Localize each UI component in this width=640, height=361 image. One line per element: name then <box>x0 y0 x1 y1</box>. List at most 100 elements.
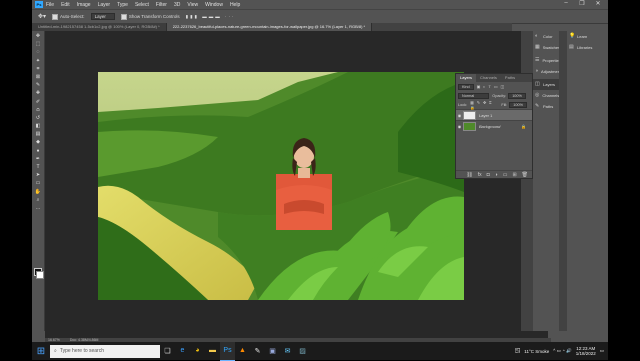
tab-document-2[interactable]: 222-2237626_beautiful-places-nature-gree… <box>166 23 373 31</box>
mask-icon[interactable]: ◘ <box>487 172 490 178</box>
layers-panel: Layers Channels Paths Kind ▣ ◐ T ▭ ◫ Nor… <box>455 73 533 179</box>
panel-properties[interactable]: ☰ Properties <box>533 55 561 66</box>
layer-row-background[interactable]: ◉ Background 🔒 <box>456 120 532 131</box>
chrome-icon[interactable]: ◕ <box>190 342 205 360</box>
letterbox-right <box>608 0 640 342</box>
panel-label: Libraries <box>577 45 593 50</box>
mail-icon[interactable]: ✉ <box>280 342 295 360</box>
panel-color[interactable]: ◐ Color <box>533 31 559 42</box>
move-icon[interactable]: ✥ <box>35 33 42 39</box>
menu-view[interactable]: View <box>187 2 198 8</box>
panel-channels[interactable]: ◎ Channels <box>533 90 559 101</box>
eyedropper-icon[interactable]: ✎ <box>35 82 42 88</box>
menu-window[interactable]: Window <box>205 2 223 8</box>
photoshop-icon[interactable]: Ps <box>220 341 235 361</box>
task-view-icon[interactable]: ❏ <box>160 342 175 360</box>
panel-layers[interactable]: ◫ Layers <box>533 79 559 90</box>
clock[interactable]: 12:23 AM 1/18/2022 <box>576 346 596 356</box>
panel-label: Channels <box>542 93 560 98</box>
blur-icon[interactable]: ◆ <box>35 139 42 145</box>
menu-edit[interactable]: Edit <box>61 2 70 8</box>
gradient-icon[interactable]: ▤ <box>35 131 42 137</box>
panel-swatches[interactable]: ▦ Swatches <box>533 42 560 53</box>
taskbar-search[interactable]: ⌕ Type here to search <box>50 344 160 358</box>
menu-help[interactable]: Help <box>230 2 240 8</box>
layers-footer: ⛓ fx ◘ ◑ ▭ ⊞ 🗑 <box>456 170 532 178</box>
lasso-icon[interactable]: ◌ <box>35 49 42 55</box>
panel-adjustments[interactable]: ◑ Adjustments <box>533 66 563 77</box>
store-icon[interactable]: ▣ <box>265 342 280 360</box>
layer-name: Layer 1 <box>479 112 493 118</box>
tab-document-1[interactable]: Untitled-min-1982157458 1-5cb1c2.jpg @ 1… <box>32 23 167 31</box>
rectangle-icon[interactable]: ▭ <box>35 180 42 186</box>
close-button[interactable]: ✕ <box>590 0 606 7</box>
menu-type[interactable]: Type <box>117 2 128 8</box>
layers-panel-tabs: Layers Channels Paths <box>456 74 532 82</box>
folder-icon[interactable]: ▭ <box>503 172 508 178</box>
healing-icon[interactable]: ✚ <box>35 90 42 96</box>
panel-libraries[interactable]: ▤ Libraries <box>567 42 608 53</box>
lock-icons[interactable]: ▦ ✎ ✥ ⌗ 🔒 <box>470 100 495 110</box>
auto-select-checkbox[interactable]: Auto-Select: <box>52 13 85 20</box>
eye-icon[interactable]: ◉ <box>456 113 463 118</box>
edge-icon[interactable]: e <box>175 342 190 360</box>
kind-filter-dropdown[interactable]: Kind <box>458 83 474 90</box>
new-layer-icon[interactable]: ⊞ <box>512 172 516 178</box>
marquee-icon[interactable]: ⬚ <box>35 41 42 47</box>
adjustment-icon[interactable]: ◑ <box>495 172 498 178</box>
magic-wand-icon[interactable]: ✦ <box>35 58 42 64</box>
panel-paths[interactable]: ✎ Paths <box>533 101 559 112</box>
background-color-swatch[interactable] <box>36 271 44 279</box>
align-icons[interactable]: ▮▮▮ ▬▬▬ ··· <box>186 14 236 20</box>
tab-layers[interactable]: Layers <box>456 74 477 82</box>
panel-learn[interactable]: 💡 Learn <box>567 31 608 42</box>
brush-icon[interactable]: ✐ <box>35 99 42 105</box>
dodge-icon[interactable]: ● <box>35 148 42 154</box>
photos-icon[interactable]: ▨ <box>295 342 310 360</box>
menu-layer[interactable]: Layer <box>98 2 111 8</box>
menu-image[interactable]: Image <box>77 2 91 8</box>
notification-icon[interactable]: ▭ <box>600 348 604 354</box>
maximize-button[interactable]: ❐ <box>574 0 590 7</box>
eraser-icon[interactable]: ◧ <box>35 123 42 129</box>
auto-select-dropdown[interactable]: Layer <box>90 13 115 20</box>
transform-controls-checkbox[interactable]: Show Transform Controls <box>120 13 180 20</box>
windows-start-icon[interactable]: ⊞ <box>32 342 50 360</box>
frame-icon[interactable]: ⊠ <box>35 74 42 80</box>
move-tool-preset-icon[interactable]: ✥▾ <box>38 13 46 20</box>
menu-3d[interactable]: 3D <box>174 2 180 8</box>
weather-text[interactable]: 11°C Smoke <box>524 349 549 354</box>
fill-input[interactable]: 100% <box>509 101 527 108</box>
crop-icon[interactable]: ⌗ <box>35 66 42 72</box>
blend-mode-dropdown[interactable]: Normal <box>458 92 490 99</box>
tab-paths[interactable]: Paths <box>501 74 519 82</box>
paint-icon[interactable]: ✎ <box>250 342 265 360</box>
vlc-icon[interactable]: ▲ <box>235 342 250 360</box>
filter-icons[interactable]: ▣ ◐ T ▭ ◫ <box>477 84 505 89</box>
hand-icon[interactable]: ✋ <box>35 189 42 195</box>
auto-select-label: Auto-Select: <box>60 14 85 19</box>
explorer-icon[interactable]: ▬ <box>205 342 220 360</box>
layer-row-layer-1[interactable]: ◉ Layer 1 <box>456 109 532 120</box>
tray-icons[interactable]: ^ ▭ ◔ 🔊 <box>553 348 571 354</box>
menu-filter[interactable]: Filter <box>156 2 167 8</box>
menu-file[interactable]: File <box>46 2 54 8</box>
eye-icon[interactable]: ◉ <box>456 124 463 129</box>
pen-icon[interactable]: ✒ <box>35 156 42 162</box>
opacity-input[interactable]: 100% <box>508 92 526 99</box>
history-brush-icon[interactable]: ↺ <box>35 115 42 121</box>
menu-select[interactable]: Select <box>135 2 149 8</box>
zoom-icon[interactable]: ⌕ <box>35 197 42 203</box>
stamp-icon[interactable]: ⍝ <box>35 107 42 113</box>
tab-channels[interactable]: Channels <box>476 74 501 82</box>
document-canvas[interactable] <box>98 72 464 300</box>
more-icon[interactable]: … <box>35 205 42 211</box>
panel-dock-column-2: 💡 Learn ▤ Libraries <box>567 31 608 331</box>
tools-panel: ✥ ⬚ ◌ ✦ ⌗ ⊠ ✎ ✚ ✐ ⍝ ↺ ◧ ▤ ◆ ● ✒ T ➤ ▭ ✋ ⌕ … <box>32 31 45 331</box>
path-select-icon[interactable]: ➤ <box>35 172 42 178</box>
link-icon[interactable]: ⛓ <box>466 172 472 178</box>
type-icon[interactable]: T <box>35 164 42 170</box>
minimize-button[interactable]: – <box>558 0 574 7</box>
trash-icon[interactable]: 🗑 <box>522 172 528 178</box>
fx-icon[interactable]: fx <box>478 172 482 178</box>
